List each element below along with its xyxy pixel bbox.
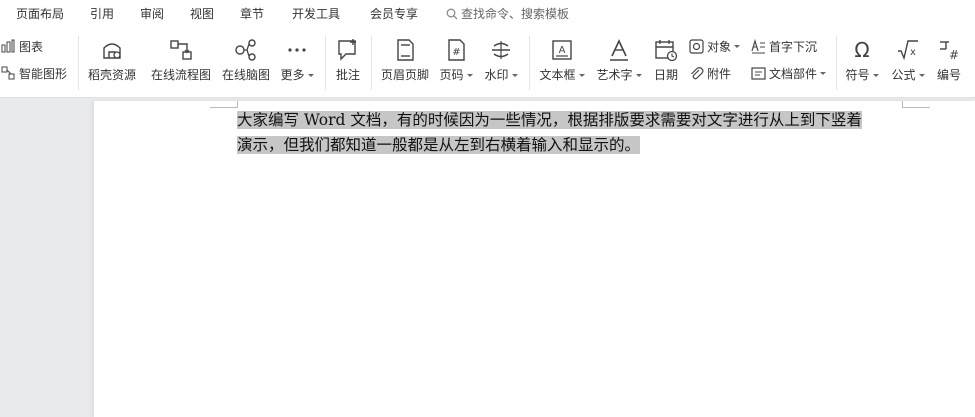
omega-icon: Ω xyxy=(848,36,876,64)
more-button[interactable]: 更多 xyxy=(278,28,316,82)
doc-parts-button[interactable]: 文档部件 xyxy=(750,64,827,82)
page-number-label: 页码 xyxy=(439,68,464,82)
attachment-label: 附件 xyxy=(707,66,732,81)
command-search[interactable]: 查找命令、搜索模板 xyxy=(446,5,569,23)
ribbon-toolbar: 图表 智能图形 稻壳资源 在线流程图 在线脑图 更多 批注 页眉页脚 # 页码 … xyxy=(0,28,975,98)
margin-corner-mark xyxy=(902,101,903,108)
object-button[interactable]: 对象 xyxy=(688,37,741,55)
menu-references[interactable]: 引用 xyxy=(90,5,114,23)
menu-member[interactable]: 会员专享 xyxy=(370,5,418,23)
watermark-icon xyxy=(487,36,515,64)
online-flowchart-button[interactable]: 在线流程图 xyxy=(150,28,212,82)
selected-text-line-1[interactable]: 大家编写 Word 文档，有的时候因为一些情况，根据排版要求需要对文字进行从上到… xyxy=(237,111,862,129)
date-button[interactable]: 日期 xyxy=(652,28,680,82)
chart-label: 图表 xyxy=(19,39,44,54)
text-box-button[interactable]: A 文本框 xyxy=(538,28,586,82)
formula-button[interactable]: x 公式 xyxy=(890,28,926,82)
header-footer-icon xyxy=(391,36,419,64)
selected-text-line-2[interactable]: 演示，但我们都知道一般都是从左到右横着输入和显示的。 xyxy=(237,136,641,154)
word-art-label: 艺术字 xyxy=(596,68,633,82)
docer-resources-icon xyxy=(98,36,126,64)
bar-chart-icon xyxy=(0,38,16,54)
formula-icon: x xyxy=(894,36,922,64)
drop-cap-icon xyxy=(750,38,766,54)
calendar-icon xyxy=(652,36,680,64)
flowchart-icon xyxy=(167,36,195,64)
chevron-down-icon xyxy=(820,71,827,75)
chevron-down-icon xyxy=(918,73,925,77)
header-footer-label: 页眉页脚 xyxy=(380,68,429,82)
svg-text:#: # xyxy=(452,47,460,58)
chevron-down-icon xyxy=(466,73,473,77)
watermark-label: 水印 xyxy=(484,68,509,82)
chevron-down-icon xyxy=(578,73,585,77)
symbol-button[interactable]: Ω 符号 xyxy=(844,28,880,82)
symbol-label: 符号 xyxy=(845,68,870,82)
menu-review[interactable]: 审阅 xyxy=(140,5,164,23)
numbering-label: 编号 xyxy=(936,68,961,82)
menu-page-layout[interactable]: 页面布局 xyxy=(16,5,64,23)
paperclip-icon xyxy=(688,65,704,81)
chevron-down-icon xyxy=(307,73,314,77)
menu-developer-tools[interactable]: 开发工具 xyxy=(292,5,340,23)
smart-shape-label: 智能图形 xyxy=(19,66,68,81)
formula-label: 公式 xyxy=(891,68,916,82)
docer-resources-label: 稻壳资源 xyxy=(87,68,136,82)
online-mindmap-button[interactable]: 在线脑图 xyxy=(220,28,272,82)
separator xyxy=(78,36,79,90)
menu-bar: 页面布局 引用 审阅 视图 章节 开发工具 会员专享 查找命令、搜索模板 xyxy=(0,0,975,28)
doc-parts-icon xyxy=(750,65,766,81)
separator xyxy=(325,36,326,90)
text-box-label: 文本框 xyxy=(539,68,576,82)
comment-label: 批注 xyxy=(335,68,360,82)
menu-view[interactable]: 视图 xyxy=(190,5,214,23)
header-footer-button[interactable]: 页眉页脚 xyxy=(378,28,432,82)
svg-text:#: # xyxy=(949,48,959,62)
comment-icon xyxy=(334,36,362,64)
more-dots-icon xyxy=(283,36,311,64)
online-flowchart-label: 在线流程图 xyxy=(150,68,211,82)
word-art-icon xyxy=(605,36,633,64)
drop-cap-label: 首字下沉 xyxy=(769,39,818,54)
chevron-down-icon xyxy=(635,73,642,77)
margin-corner-mark xyxy=(237,101,238,108)
search-icon xyxy=(446,8,458,20)
separator xyxy=(836,36,837,90)
date-label: 日期 xyxy=(653,68,678,82)
mindmap-icon xyxy=(232,36,260,64)
page-number-icon: # xyxy=(442,36,470,64)
svg-text:x: x xyxy=(910,47,916,58)
chart-button[interactable]: 图表 xyxy=(0,37,43,55)
attachment-button[interactable]: 附件 xyxy=(688,64,731,82)
word-art-button[interactable]: 艺术字 xyxy=(594,28,644,82)
svg-text:A: A xyxy=(559,45,566,56)
docer-resources-button[interactable]: 稻壳资源 xyxy=(86,28,138,82)
margin-corner-mark xyxy=(210,107,238,108)
smart-shape-button[interactable]: 智能图形 xyxy=(0,64,67,82)
drop-cap-button[interactable]: 首字下沉 xyxy=(750,37,817,55)
comment-button[interactable]: 批注 xyxy=(332,28,364,82)
text-box-icon: A xyxy=(548,36,576,64)
online-mindmap-label: 在线脑图 xyxy=(221,68,270,82)
more-label: 更多 xyxy=(280,68,305,82)
chevron-down-icon xyxy=(734,44,741,48)
smart-shape-icon xyxy=(0,65,16,81)
menu-section[interactable]: 章节 xyxy=(240,5,264,23)
object-label: 对象 xyxy=(707,39,732,54)
watermark-button[interactable]: 水印 xyxy=(482,28,520,82)
chevron-down-icon xyxy=(872,73,879,77)
page-number-button[interactable]: # 页码 xyxy=(438,28,474,82)
doc-parts-label: 文档部件 xyxy=(769,66,818,81)
numbering-icon: # xyxy=(935,36,963,64)
chevron-down-icon xyxy=(511,73,518,77)
search-placeholder: 查找命令、搜索模板 xyxy=(461,7,570,21)
svg-text:Ω: Ω xyxy=(854,38,869,62)
object-icon xyxy=(688,38,704,54)
separator xyxy=(371,36,372,90)
numbering-button[interactable]: # 编号 xyxy=(934,28,964,82)
separator xyxy=(529,36,530,90)
document-paragraph[interactable]: 大家编写 Word 文档，有的时候因为一些情况，根据排版要求需要对文字进行从上到… xyxy=(237,108,907,158)
